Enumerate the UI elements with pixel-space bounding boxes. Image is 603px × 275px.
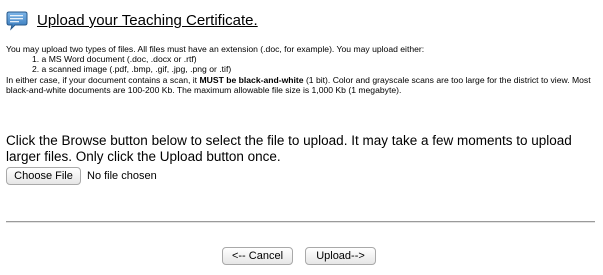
note-text: In either case, if your document contain… [6,74,200,85]
page-title: Upload your Teaching Certificate. [37,12,258,29]
upload-instructions-block: You may upload two types of files. All f… [6,44,598,95]
file-input[interactable]: Choose File No file chosen [6,166,157,185]
scan-requirements-note: In either case, if your document contain… [6,75,598,95]
page-header: Upload your Teaching Certificate. [6,10,258,32]
file-type-list: 1. a MS Word document (.doc, .docx or .r… [6,54,598,74]
choose-file-button[interactable]: Choose File [6,166,81,185]
cancel-button[interactable]: <-- Cancel [222,247,293,265]
file-status-text: No file chosen [87,169,157,182]
chat-bubble-icon [6,11,28,31]
upload-button[interactable]: Upload--> [305,247,376,265]
file-type-item: 2. a scanned image (.pdf, .bmp, .gif, .j… [32,64,232,75]
intro-lead: You may upload two types of files. All f… [6,44,425,54]
note-emphasis: MUST be black-and-white [199,74,304,85]
file-type-item: 1. a MS Word document (.doc, .docx or .r… [32,54,197,65]
divider [6,221,595,223]
browse-instructions: Click the Browse button below to select … [6,133,572,164]
